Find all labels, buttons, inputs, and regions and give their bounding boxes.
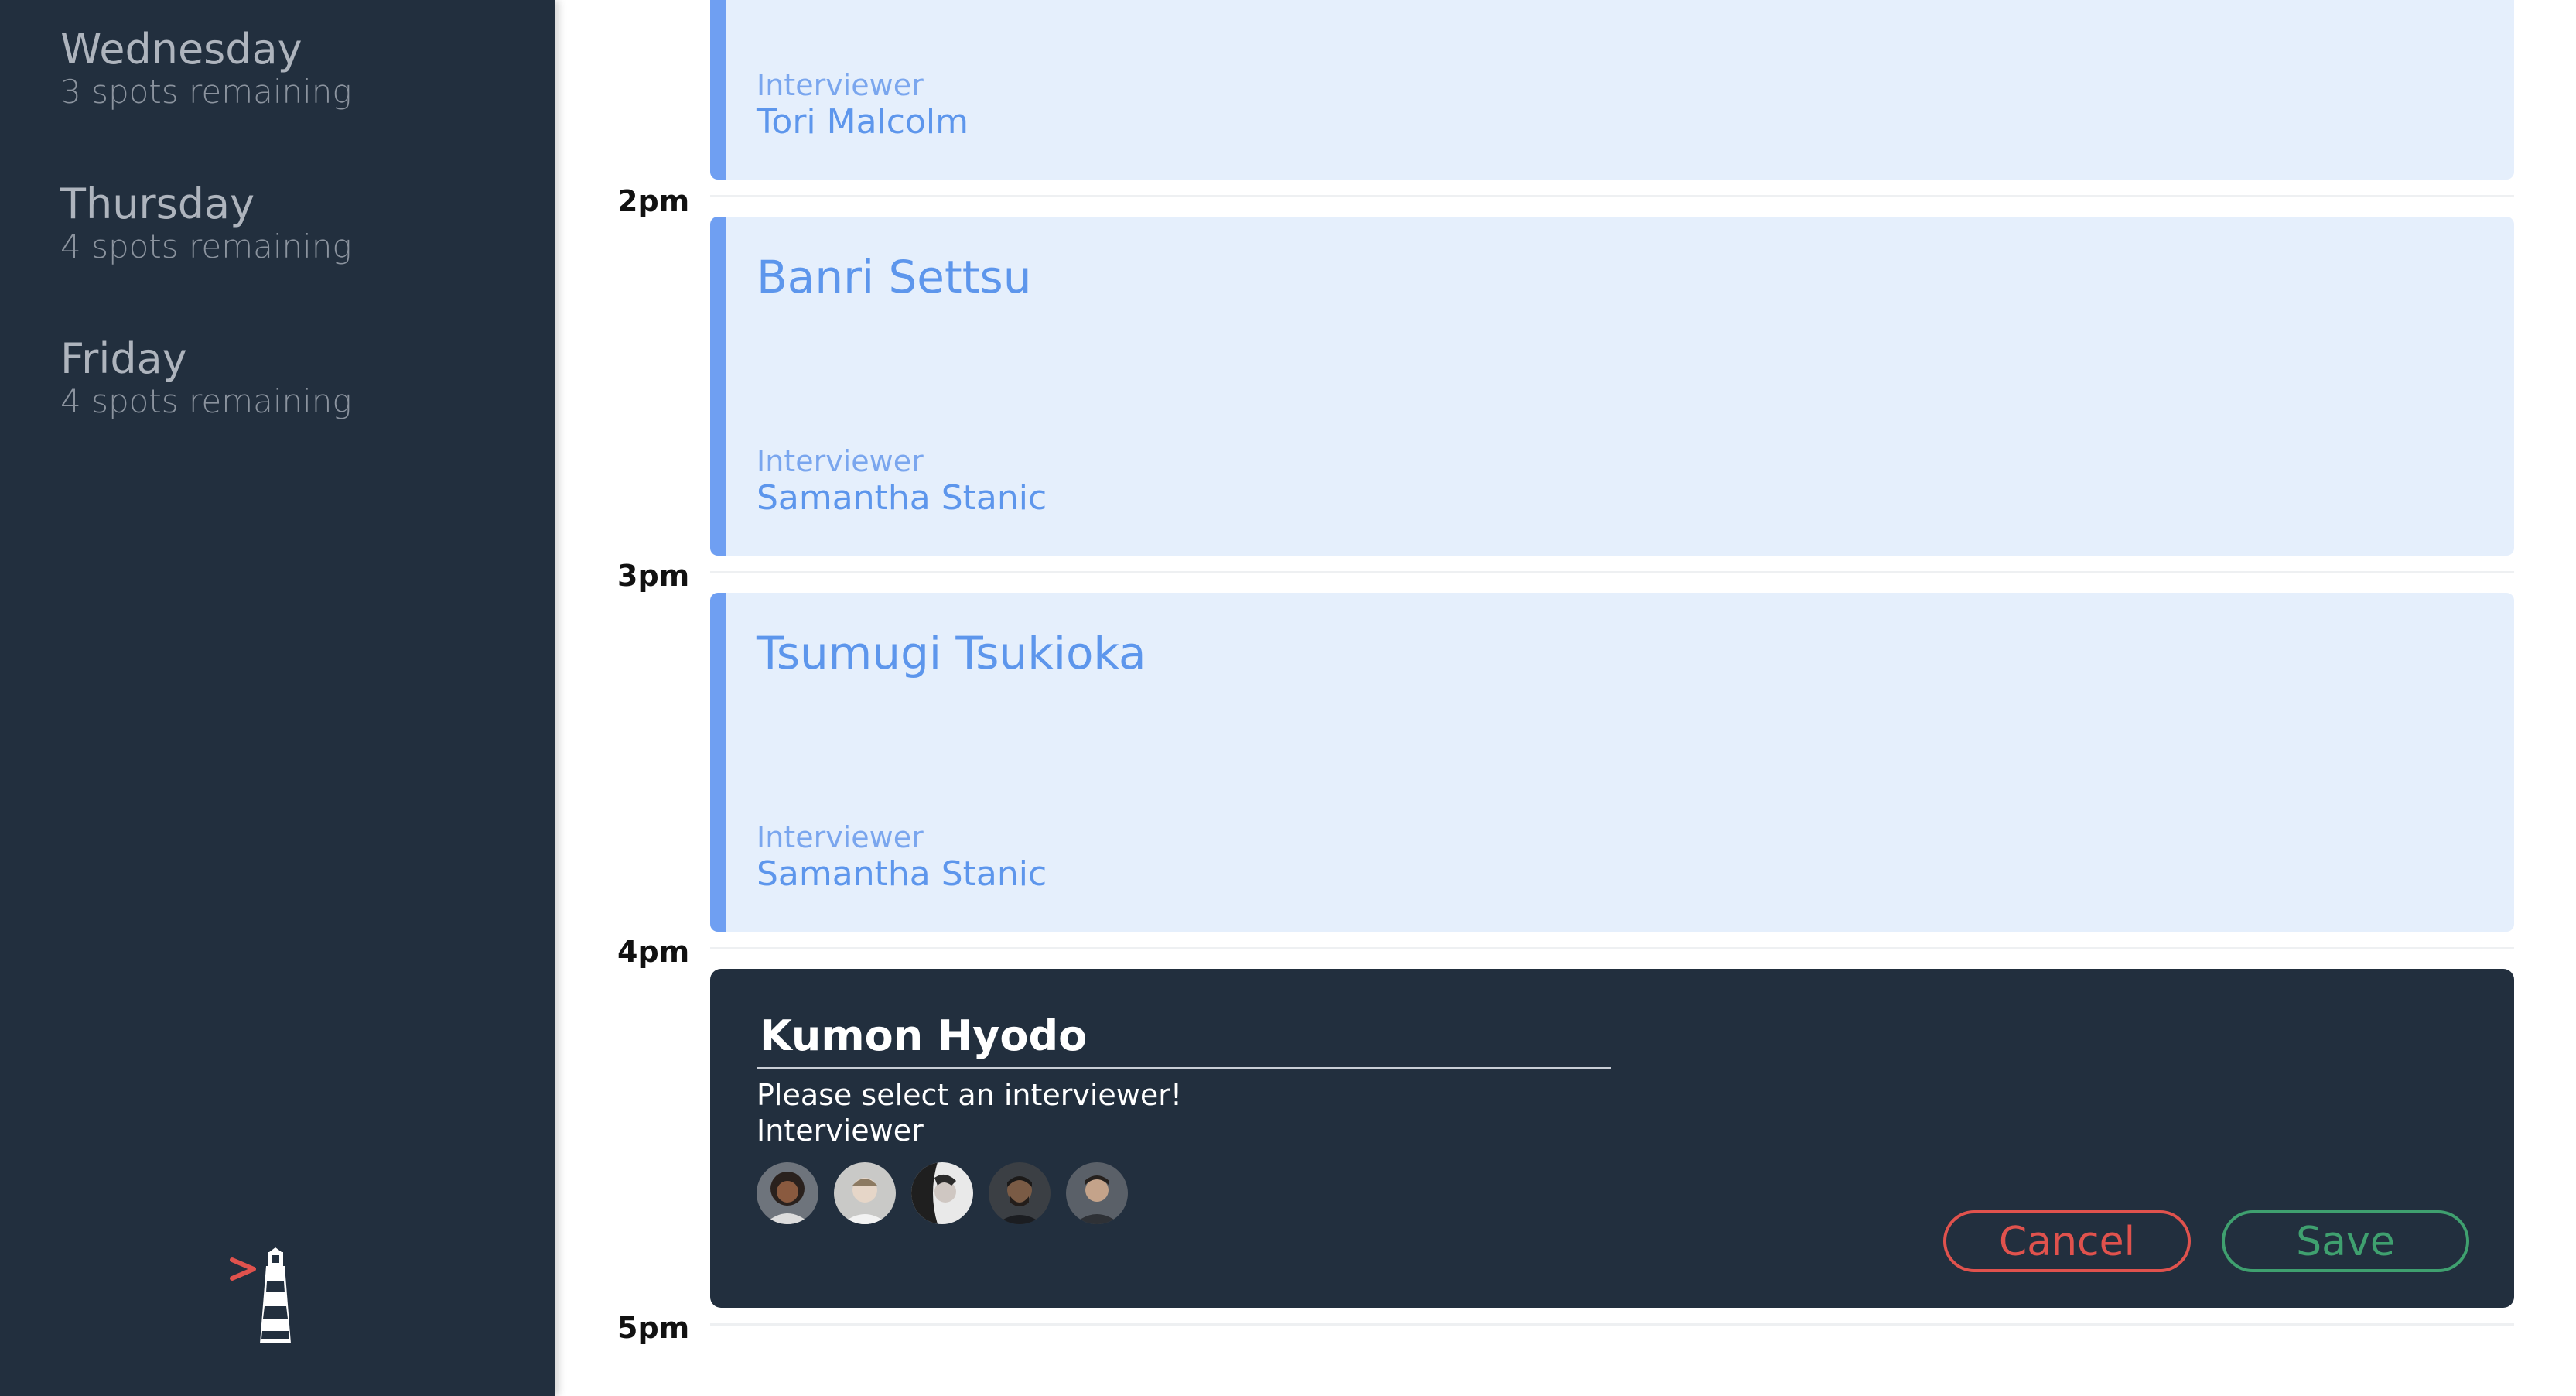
hour-separator [710, 1323, 2514, 1326]
time-label-4pm: 4pm [617, 935, 690, 969]
student-name: Tsumugi Tsukioka [757, 627, 1146, 679]
save-button[interactable]: Save [2222, 1210, 2469, 1272]
interviewer-avatar-icon[interactable] [911, 1162, 973, 1224]
day-spots-remaining: 4 spots remaining [60, 382, 352, 420]
interviewer-avatar-icon[interactable] [757, 1162, 818, 1224]
interviewer-label: Interviewer [757, 444, 924, 478]
sidebar: Wednesday 3 spots remaining Thursday 4 s… [0, 0, 555, 1396]
day-name: Thursday [60, 180, 255, 228]
time-label-3pm: 3pm [617, 559, 690, 593]
day-name: Wednesday [60, 25, 302, 74]
interviewer-avatar-icon[interactable] [834, 1162, 896, 1224]
cancel-button[interactable]: Cancel [1943, 1210, 2191, 1272]
appointment-card[interactable]: Interviewer Tori Malcolm [710, 0, 2514, 180]
validation-message: Please select an interviewer! [757, 1078, 1183, 1112]
schedule: 2pm 3pm 4pm 5pm Interviewer Tori Malcolm… [555, 0, 2576, 1396]
day-spots-remaining: 4 spots remaining [60, 228, 352, 265]
day-item-wednesday[interactable]: Wednesday 3 spots remaining [60, 26, 494, 111]
day-item-friday[interactable]: Friday 4 spots remaining [60, 336, 494, 421]
appointment-card[interactable]: Banri Settsu Interviewer Samantha Stanic [710, 217, 2514, 556]
interviewer-label: Interviewer [757, 68, 924, 102]
interviewer-name: Samantha Stanic [757, 478, 1047, 518]
day-name: Friday [60, 334, 187, 383]
appointment-form: Please select an interviewer! Interviewe… [710, 969, 2514, 1308]
interviewer-list-label: Interviewer [757, 1114, 924, 1148]
student-name-input[interactable] [757, 1004, 1611, 1069]
student-name: Banri Settsu [757, 251, 1032, 303]
day-item-thursday[interactable]: Thursday 4 spots remaining [60, 181, 494, 266]
time-label-2pm: 2pm [617, 184, 690, 218]
lighthouse-icon [229, 1247, 306, 1348]
hour-separator [710, 571, 2514, 573]
hour-separator [710, 947, 2514, 949]
interviewer-name: Samantha Stanic [757, 854, 1047, 894]
day-spots-remaining: 3 spots remaining [60, 73, 352, 111]
interviewer-name: Tori Malcolm [757, 102, 969, 142]
interviewer-avatar-icon[interactable] [1066, 1162, 1128, 1224]
time-label-5pm: 5pm [617, 1311, 690, 1345]
interviewer-avatar-icon[interactable] [989, 1162, 1051, 1224]
interviewer-label: Interviewer [757, 820, 924, 854]
hour-separator [710, 195, 2514, 197]
appointment-card[interactable]: Tsumugi Tsukioka Interviewer Samantha St… [710, 593, 2514, 932]
